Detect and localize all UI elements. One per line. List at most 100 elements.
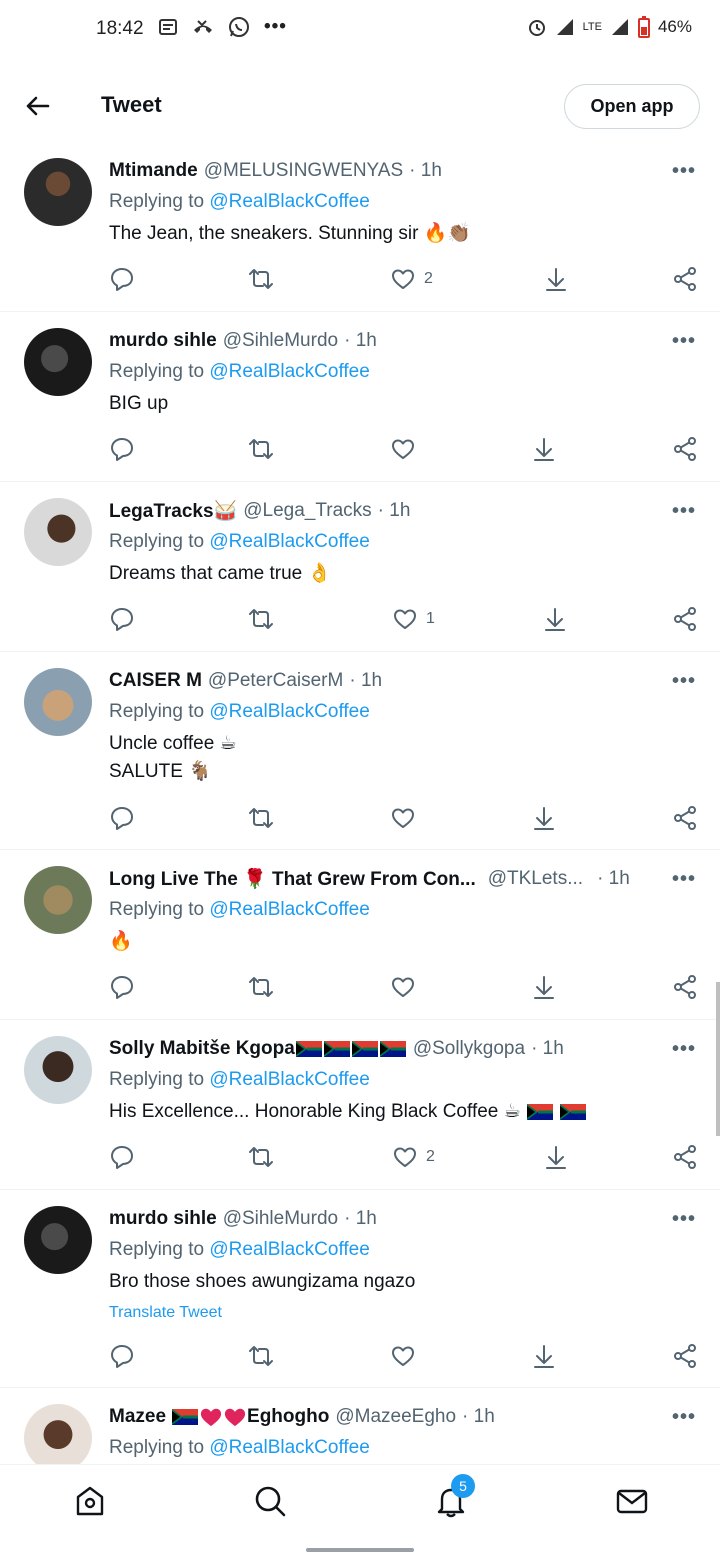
- more-options-icon[interactable]: •••: [672, 868, 696, 892]
- replying-handle-link[interactable]: @RealBlackCoffee: [209, 1239, 369, 1260]
- replying-handle-link[interactable]: @RealBlackCoffee: [209, 361, 369, 382]
- retweet-button[interactable]: [248, 264, 274, 294]
- share-button[interactable]: [672, 604, 698, 634]
- replying-handle-link[interactable]: @RealBlackCoffee: [209, 701, 369, 722]
- display-name[interactable]: Long Live The 🌹 That Grew From Con...: [109, 867, 476, 891]
- more-options-icon[interactable]: •••: [672, 160, 696, 184]
- handle[interactable]: @Lega_Tracks: [243, 500, 371, 522]
- more-options-icon[interactable]: •••: [672, 670, 696, 694]
- retweet-button[interactable]: [248, 1142, 274, 1172]
- display-name[interactable]: murdo sihle: [109, 1208, 217, 1230]
- replying-handle-link[interactable]: @RealBlackCoffee: [209, 1437, 369, 1458]
- replying-handle-link[interactable]: @RealBlackCoffee: [209, 1069, 369, 1090]
- more-options-icon[interactable]: •••: [672, 1208, 696, 1232]
- display-name[interactable]: CAISER M: [109, 670, 202, 692]
- download-button[interactable]: [531, 803, 557, 833]
- display-name-part-1[interactable]: Mazee: [109, 1406, 166, 1428]
- share-button[interactable]: [672, 803, 698, 833]
- avatar[interactable]: [24, 498, 92, 566]
- reply-button[interactable]: [109, 803, 135, 833]
- open-app-button[interactable]: Open app: [564, 84, 700, 129]
- more-options-icon[interactable]: •••: [672, 500, 696, 524]
- reply-tweet[interactable]: murdo sihle @SihleMurdo · 1h ••• Replyin…: [0, 1190, 720, 1388]
- like-button[interactable]: 1: [392, 604, 435, 634]
- like-button[interactable]: 2: [390, 264, 433, 294]
- translate-tweet-link[interactable]: Translate Tweet: [109, 1304, 222, 1322]
- avatar[interactable]: [24, 158, 92, 226]
- replying-handle-link[interactable]: @RealBlackCoffee: [209, 191, 369, 212]
- avatar[interactable]: [24, 866, 92, 934]
- display-name-part-2[interactable]: Eghogho: [247, 1406, 329, 1428]
- reply-tweet[interactable]: Mazee Eghogho @MazeeEgho · 1h ••• Replyi…: [0, 1388, 720, 1464]
- replying-handle-link[interactable]: @RealBlackCoffee: [209, 531, 369, 552]
- home-indicator[interactable]: [306, 1548, 414, 1552]
- share-button[interactable]: [672, 434, 698, 464]
- retweet-button[interactable]: [248, 604, 274, 634]
- display-name[interactable]: Mtimande: [109, 160, 198, 182]
- share-button[interactable]: [672, 264, 698, 294]
- reply-tweet[interactable]: murdo sihle @SihleMurdo · 1h ••• Replyin…: [0, 312, 720, 482]
- more-options-icon[interactable]: •••: [672, 1406, 696, 1430]
- download-button[interactable]: [531, 1341, 557, 1371]
- like-button[interactable]: [390, 434, 416, 464]
- timestamp[interactable]: · 1h: [349, 670, 382, 692]
- avatar[interactable]: [24, 1404, 92, 1464]
- search-icon[interactable]: [252, 1483, 288, 1519]
- handle[interactable]: @PeterCaiserM: [208, 670, 343, 692]
- like-button[interactable]: 2: [392, 1142, 435, 1172]
- avatar[interactable]: [24, 328, 92, 396]
- timestamp[interactable]: · 1h: [378, 500, 411, 522]
- reply-tweet[interactable]: Mtimande @MELUSINGWENYAS · 1h ••• Replyi…: [0, 144, 720, 312]
- reply-button[interactable]: [109, 264, 135, 294]
- more-options-icon[interactable]: •••: [672, 1038, 696, 1062]
- like-button[interactable]: [390, 972, 416, 1002]
- reply-tweet[interactable]: CAISER M @PeterCaiserM · 1h ••• Replying…: [0, 652, 720, 850]
- avatar[interactable]: [24, 1206, 92, 1274]
- like-button[interactable]: [390, 1341, 416, 1371]
- reply-tweet[interactable]: Solly Mabitše Kgopa @Sollykgopa · 1h •••…: [0, 1020, 720, 1190]
- download-button[interactable]: [531, 434, 557, 464]
- timestamp[interactable]: · 1h: [344, 330, 377, 352]
- reply-button[interactable]: [109, 604, 135, 634]
- timestamp[interactable]: · 1h: [462, 1406, 495, 1428]
- messages-envelope-icon[interactable]: [614, 1483, 650, 1519]
- handle[interactable]: @TKLets...: [488, 868, 583, 890]
- reply-button[interactable]: [109, 972, 135, 1002]
- reply-tweet[interactable]: LegaTracks🥁 @Lega_Tracks · 1h ••• Replyi…: [0, 482, 720, 652]
- avatar[interactable]: [24, 1036, 92, 1104]
- timestamp[interactable]: · 1h: [409, 160, 442, 182]
- reply-tweet[interactable]: Long Live The 🌹 That Grew From Con... @T…: [0, 850, 720, 1020]
- share-button[interactable]: [672, 1341, 698, 1371]
- reply-button[interactable]: [109, 1341, 135, 1371]
- more-options-icon[interactable]: •••: [672, 330, 696, 354]
- handle[interactable]: @MazeeEgho: [335, 1406, 456, 1428]
- back-arrow-icon[interactable]: [24, 92, 52, 120]
- share-button[interactable]: [672, 1142, 698, 1172]
- reply-button[interactable]: [109, 1142, 135, 1172]
- handle[interactable]: @SihleMurdo: [223, 330, 338, 352]
- display-name[interactable]: Solly Mabitše Kgopa: [109, 1038, 295, 1060]
- timestamp[interactable]: · 1h: [531, 1038, 564, 1060]
- avatar[interactable]: [24, 668, 92, 736]
- download-button[interactable]: [543, 1142, 569, 1172]
- retweet-button[interactable]: [248, 803, 274, 833]
- download-button[interactable]: [542, 604, 568, 634]
- like-button[interactable]: [390, 803, 416, 833]
- timestamp[interactable]: · 1h: [344, 1208, 377, 1230]
- download-button[interactable]: [531, 972, 557, 1002]
- handle[interactable]: @Sollykgopa: [413, 1038, 525, 1060]
- retweet-button[interactable]: [248, 1341, 274, 1371]
- handle[interactable]: @SihleMurdo: [223, 1208, 338, 1230]
- reply-button[interactable]: [109, 434, 135, 464]
- timestamp[interactable]: · 1h: [597, 868, 630, 890]
- display-name[interactable]: LegaTracks🥁: [109, 499, 237, 523]
- display-name[interactable]: murdo sihle: [109, 330, 217, 352]
- replying-handle-link[interactable]: @RealBlackCoffee: [209, 899, 369, 920]
- retweet-button[interactable]: [248, 434, 274, 464]
- home-icon[interactable]: [72, 1483, 108, 1519]
- share-button[interactable]: [672, 972, 698, 1002]
- download-button[interactable]: [543, 264, 569, 294]
- retweet-button[interactable]: [248, 972, 274, 1002]
- handle[interactable]: @MELUSINGWENYAS: [204, 160, 403, 182]
- scrollbar[interactable]: [716, 982, 720, 1136]
